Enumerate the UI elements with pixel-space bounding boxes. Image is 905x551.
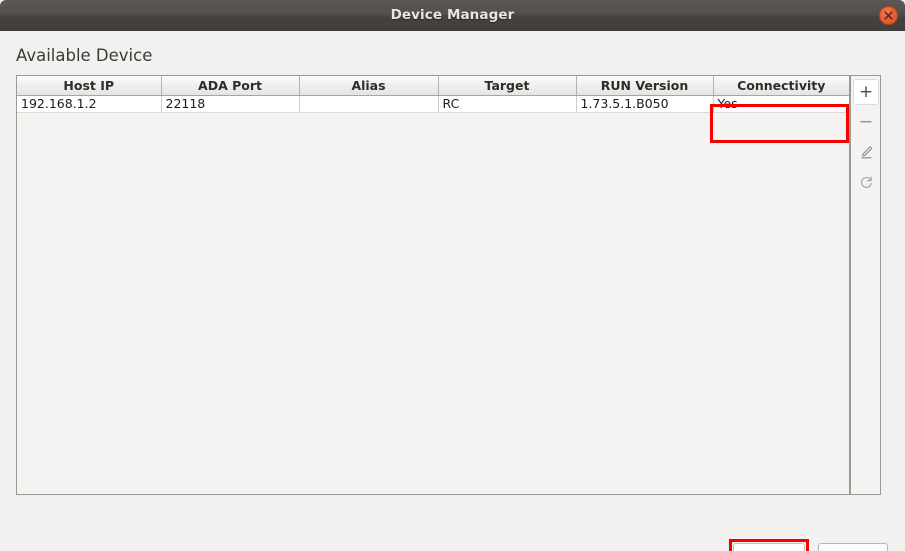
section-title: Available Device: [16, 46, 153, 65]
table-row[interactable]: 192.168.1.2 22118 RC 1.73.5.1.B050 Yes: [17, 95, 849, 113]
pencil-icon[interactable]: [853, 139, 879, 165]
column-header-run-version[interactable]: RUN Version: [576, 76, 714, 96]
cell-host-ip[interactable]: 192.168.1.2: [17, 95, 162, 113]
refresh-icon[interactable]: [853, 169, 879, 195]
cell-target[interactable]: RC: [438, 95, 577, 113]
available-device-table-panel: Host IP ADA Port Alias Target RUN Versio…: [16, 75, 850, 495]
add-device-button[interactable]: +: [853, 79, 879, 105]
remove-device-button[interactable]: −: [853, 109, 879, 135]
cell-run-version[interactable]: 1.73.5.1.B050: [576, 95, 714, 113]
device-manager-dialog: Device Manager Available Device Host IP …: [0, 0, 905, 551]
cell-alias[interactable]: [299, 95, 439, 113]
cancel-button[interactable]: Cancel: [818, 543, 888, 551]
window-titlebar: Device Manager: [0, 0, 905, 31]
cell-ada-port[interactable]: 22118: [161, 95, 300, 113]
dialog-body: Available Device Host IP ADA Port Alias …: [0, 31, 905, 551]
table-toolbar: + −: [850, 75, 881, 495]
table-header-row: Host IP ADA Port Alias Target RUN Versio…: [17, 76, 849, 96]
cell-connectivity[interactable]: Yes: [713, 95, 849, 113]
window-title: Device Manager: [390, 7, 515, 23]
column-header-ada-port[interactable]: ADA Port: [161, 76, 300, 96]
available-device-table: Host IP ADA Port Alias Target RUN Versio…: [17, 76, 849, 113]
ok-button[interactable]: OK: [733, 543, 805, 551]
column-header-alias[interactable]: Alias: [299, 76, 439, 96]
pencil-glyph: [860, 145, 872, 158]
close-glyph: [884, 11, 893, 20]
column-header-connectivity[interactable]: Connectivity: [713, 76, 849, 96]
column-header-host-ip[interactable]: Host IP: [17, 76, 162, 96]
column-header-target[interactable]: Target: [438, 76, 577, 96]
close-icon[interactable]: [879, 6, 898, 25]
refresh-glyph: [860, 176, 872, 188]
